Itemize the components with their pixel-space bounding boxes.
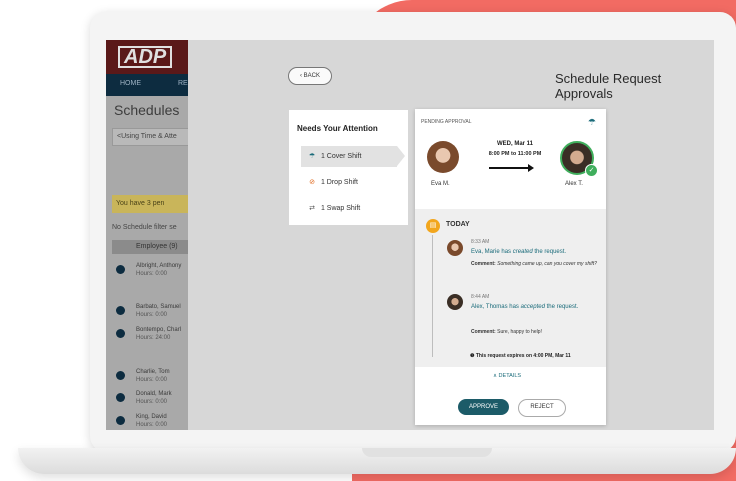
remove-icon <box>116 306 125 315</box>
attention-item-cover-shift[interactable]: ☂ 1 Cover Shift <box>301 146 405 167</box>
laptop-screen: ADP HOME RE Schedules <Using Time & Atte… <box>106 40 714 430</box>
table-row[interactable]: King, David Hours: 0:00 <box>112 413 188 430</box>
remove-icon <box>116 371 125 380</box>
employee-table-header: Employee (9) <box>112 240 188 254</box>
laptop-base <box>18 448 736 474</box>
request-card: PENDING APPROVAL ☂ Eva M. WED, Mar 11 8:… <box>415 109 606 425</box>
umbrella-icon: ☂ <box>587 117 596 127</box>
background-app: ADP HOME RE Schedules <Using Time & Atte… <box>106 40 188 430</box>
umbrella-icon: ☂ <box>308 153 316 160</box>
event-comment: Comment: Sure, happy to help! <box>471 329 542 335</box>
remove-icon <box>116 416 125 425</box>
timeline-line <box>432 235 433 357</box>
page-title: Schedule Request Approvals <box>555 71 662 101</box>
adp-logo: ADP <box>118 46 173 68</box>
attention-title: Needs Your Attention <box>297 124 378 133</box>
reject-button[interactable]: REJECT <box>518 399 566 417</box>
check-icon: ✓ <box>585 164 598 177</box>
event-text: Eva, Marie has created the request. <box>471 249 567 255</box>
activity-timeline: ▤ TODAY 8:33 AM Eva, Marie has created t… <box>415 209 606 367</box>
schedules-title: Schedules <box>114 102 180 118</box>
avatar-eva <box>427 141 459 173</box>
back-button[interactable]: ‹ BACK <box>288 67 332 85</box>
to-name: Alex T. <box>565 181 583 187</box>
attention-item-swap-shift[interactable]: ⇄ 1 Swap Shift <box>301 198 397 219</box>
attention-panel: Needs Your Attention ☂ 1 Cover Shift ⊘ 1… <box>289 110 408 225</box>
from-name: Eva M. <box>431 181 450 187</box>
drop-icon: ⊘ <box>309 179 315 186</box>
approve-button[interactable]: APPROVE <box>458 399 509 415</box>
attention-item-label: 1 Cover Shift <box>320 153 362 160</box>
event-time: 8:33 AM <box>471 239 490 245</box>
avatar-alex-small <box>447 294 463 310</box>
event-comment: Comment: Something came up, can you cove… <box>471 261 597 267</box>
nav-reports[interactable]: RE <box>178 80 188 87</box>
avatar-eva-small <box>447 240 463 256</box>
status-label: PENDING APPROVAL <box>421 119 472 125</box>
timeline-heading: TODAY <box>446 221 470 228</box>
location-select[interactable]: <Using Time & Atte <box>112 128 188 146</box>
expiry-notice: ❶ This request expires on 4:00 PM, Mar 1… <box>470 353 571 359</box>
event-time: 8:44 AM <box>471 294 490 300</box>
app-header: ADP <box>106 40 188 74</box>
laptop-notch <box>362 448 492 457</box>
remove-icon <box>116 393 125 402</box>
filter-text: No Schedule filter se <box>112 224 177 231</box>
info-icon: ❶ <box>470 353 475 359</box>
attention-item-drop-shift[interactable]: ⊘ 1 Drop Shift <box>301 172 397 193</box>
calendar-icon: ▤ <box>426 219 440 233</box>
attention-item-label: 1 Swap Shift <box>320 205 361 212</box>
app-nav: HOME RE <box>106 74 188 96</box>
shift-time: 8:00 PM to 11:00 PM <box>488 151 542 157</box>
pending-warning: You have 3 pen <box>112 195 188 213</box>
remove-icon <box>116 329 125 338</box>
arrow-right-icon <box>489 164 534 172</box>
details-toggle[interactable]: ∧ DETAILS <box>493 373 521 379</box>
remove-icon <box>116 265 125 274</box>
table-row[interactable]: Bontempo, Charl Hours: 24:00 <box>112 326 188 354</box>
event-text: Alex, Thomas has accepted the request. <box>471 304 579 310</box>
table-row[interactable]: Albright, Anthony Hours: 0:00 <box>112 262 188 290</box>
attention-item-label: 1 Drop Shift <box>320 179 358 186</box>
shift-date: WED, Mar 11 <box>496 141 533 147</box>
swap-icon: ⇄ <box>309 205 315 212</box>
nav-home[interactable]: HOME <box>120 80 141 87</box>
approvals-overlay: ‹ BACK Schedule Request Approvals Needs … <box>188 40 714 430</box>
